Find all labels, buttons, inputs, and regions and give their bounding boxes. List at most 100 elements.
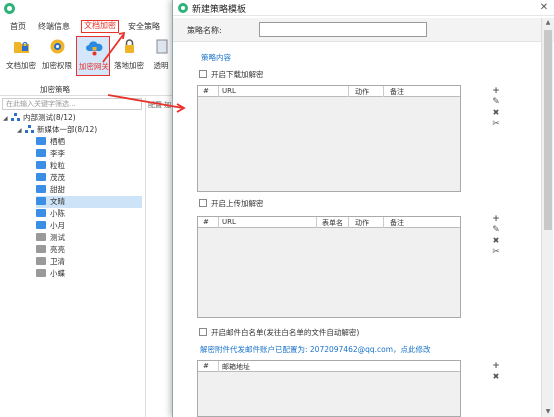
tree-node-pc[interactable]: 小陈 — [36, 208, 65, 220]
download-encrypt-checkbox[interactable]: 开启下载加解密 — [199, 70, 264, 80]
ribbon-label: 落地加密 — [114, 61, 144, 70]
col-url: URL — [222, 87, 236, 95]
menu-security-policy[interactable]: 安全策略 — [127, 20, 161, 33]
computer-icon — [36, 197, 46, 205]
tree-node-pc[interactable]: 茂茂 — [36, 172, 65, 184]
computer-icon — [36, 173, 46, 181]
app-logo-icon — [178, 3, 188, 13]
col-remark: 备注 — [390, 88, 404, 96]
ribbon-land-encrypt-button[interactable]: 落地加密 — [112, 36, 146, 76]
expand-arrow-icon[interactable]: ◢ — [17, 125, 25, 137]
tree-node-pc[interactable]: 栖栖 — [36, 136, 65, 148]
edit-icon[interactable]: ✎ — [491, 97, 501, 107]
mail-whitelist-table[interactable]: # 邮箱地址 — [197, 360, 461, 417]
mail-whitelist-checkbox[interactable]: 开启邮件白名单(发往白名单的文件自动解密) — [199, 328, 359, 338]
upload-url-table[interactable]: # URL 表单名 动作 备注 — [197, 216, 461, 318]
checkbox-label: 开启上传加解密 — [211, 199, 264, 208]
policy-name-input[interactable] — [259, 22, 427, 37]
col-action: 动作 — [355, 88, 369, 96]
tree-node-pc[interactable]: 亮亮 — [36, 244, 65, 256]
col-index: # — [203, 87, 209, 95]
col-form-name: 表单名 — [322, 219, 343, 227]
ribbon-encrypt-permission-button[interactable]: 加密权限 — [40, 36, 74, 76]
org-tree: ◢ 内部测试(8/12) ◢ 新媒体一部(8/12) 栖栖 李李 粒粒 茂茂 甜甜 … — [0, 112, 145, 417]
expand-arrow-icon[interactable]: ◢ — [3, 113, 11, 125]
mail-account-link[interactable]: 解密附件代发邮件账户已配置为: 2072097462@qq.com，点此修改 — [200, 344, 431, 355]
ribbon-doc-encrypt-button[interactable]: 文档加密 — [4, 36, 38, 76]
app-logo-icon — [4, 3, 15, 14]
menu-doc-encrypt[interactable]: 文档加密 — [81, 20, 119, 33]
checkbox-label: 开启邮件白名单(发往白名单的文件自动解密) — [211, 328, 360, 337]
tree-node-pc[interactable]: 测试 — [36, 232, 65, 244]
tree-node-label: 新媒体一部(8/12) — [37, 125, 98, 134]
computer-icon — [36, 221, 46, 229]
tree-node-label: 小蝶 — [50, 269, 65, 278]
tree-node-pc[interactable]: 甜甜 — [36, 184, 65, 196]
dialog-scrollbar[interactable]: ▲ ▼ — [541, 18, 553, 417]
tree-node-pc[interactable]: 小月 — [36, 220, 65, 232]
ribbon-label: 透明 — [153, 61, 169, 70]
tree-search-input[interactable]: 在此输入关键字筛选... — [2, 98, 142, 110]
ribbon-encrypt-gateway-button[interactable]: 加密网关 — [76, 36, 110, 76]
col-action: 动作 — [355, 219, 369, 227]
col-email: 邮箱地址 — [222, 363, 250, 371]
tree-node-pc[interactable]: 小蝶 — [36, 268, 65, 280]
computer-icon — [36, 209, 46, 217]
tree-node-pc[interactable]: 文晴 — [36, 196, 142, 208]
menu-terminal-info[interactable]: 终端信息 — [38, 20, 70, 33]
tree-node-label: 亮亮 — [50, 245, 65, 254]
table-header: # URL 动作 备注 — [198, 86, 460, 97]
dialog-titlebar[interactable]: 新建策略模板 ✕ — [173, 0, 554, 16]
tree-node-label: 甜甜 — [50, 185, 65, 194]
ribbon-transparent-button[interactable]: 透明 — [150, 36, 172, 76]
checkbox-box[interactable] — [199, 328, 207, 336]
checkbox-box[interactable] — [199, 199, 207, 207]
ribbon-group-label: 加密策略 — [40, 85, 70, 94]
menu-home[interactable]: 首页 — [9, 20, 27, 33]
add-icon[interactable]: + — [491, 214, 501, 224]
gear-shield-icon — [50, 39, 65, 54]
org-icon — [25, 125, 34, 133]
add-icon[interactable]: + — [491, 361, 501, 371]
add-icon[interactable]: + — [491, 86, 501, 96]
config-tab[interactable]: 配置 加 — [148, 100, 171, 110]
checkbox-box[interactable] — [199, 70, 207, 78]
edit-icon[interactable]: ✎ — [491, 225, 501, 235]
org-icon — [11, 113, 20, 121]
policy-name-label: 策略名称: — [187, 26, 222, 35]
upload-encrypt-checkbox[interactable]: 开启上传加解密 — [199, 199, 264, 209]
tree-node-label: 栖栖 — [50, 137, 65, 146]
policy-content-heading: 策略内容 — [201, 53, 231, 62]
computer-offline-icon — [36, 233, 46, 241]
tree-node-label: 卫清 — [50, 257, 65, 266]
delete-icon[interactable]: ✖ — [491, 108, 501, 118]
delete-icon[interactable]: ✖ — [491, 236, 501, 246]
tree-node-label: 测试 — [50, 233, 65, 242]
computer-icon — [36, 149, 46, 157]
tree-node-label: 文晴 — [50, 197, 65, 206]
tree-node-label: 粒粒 — [50, 161, 65, 170]
scroll-down-icon[interactable]: ▼ — [542, 407, 554, 417]
dialog-title: 新建策略模板 — [192, 5, 247, 15]
table-header: # 邮箱地址 — [198, 361, 460, 372]
tree-node-pc[interactable]: 卫清 — [36, 256, 65, 268]
clear-icon[interactable]: ✂ — [491, 119, 501, 129]
checkbox-label: 开启下载加解密 — [211, 70, 264, 79]
scroll-up-icon[interactable]: ▲ — [542, 18, 554, 28]
col-index: # — [203, 362, 209, 370]
computer-icon — [36, 185, 46, 193]
computer-offline-icon — [36, 245, 46, 253]
tree-node-pc[interactable]: 粒粒 — [36, 160, 65, 172]
scroll-thumb[interactable] — [544, 30, 552, 230]
download-url-table[interactable]: # URL 动作 备注 — [197, 85, 461, 192]
tree-node-group[interactable]: ◢ 新媒体一部(8/12) — [17, 124, 97, 136]
tree-node-group[interactable]: ◢ 内部测试(8/12) — [3, 112, 76, 124]
delete-icon[interactable]: ✖ — [491, 372, 501, 382]
close-button[interactable]: ✕ — [537, 1, 551, 15]
menu-bar: 首页 终端信息 文档加密 安全策略 — [0, 18, 180, 34]
tree-node-pc[interactable]: 李李 — [36, 148, 65, 160]
ribbon-label: 加密权限 — [42, 61, 72, 70]
clear-icon[interactable]: ✂ — [491, 247, 501, 257]
splitter[interactable] — [145, 98, 146, 417]
policy-name-row: 策略名称: — [173, 18, 554, 42]
